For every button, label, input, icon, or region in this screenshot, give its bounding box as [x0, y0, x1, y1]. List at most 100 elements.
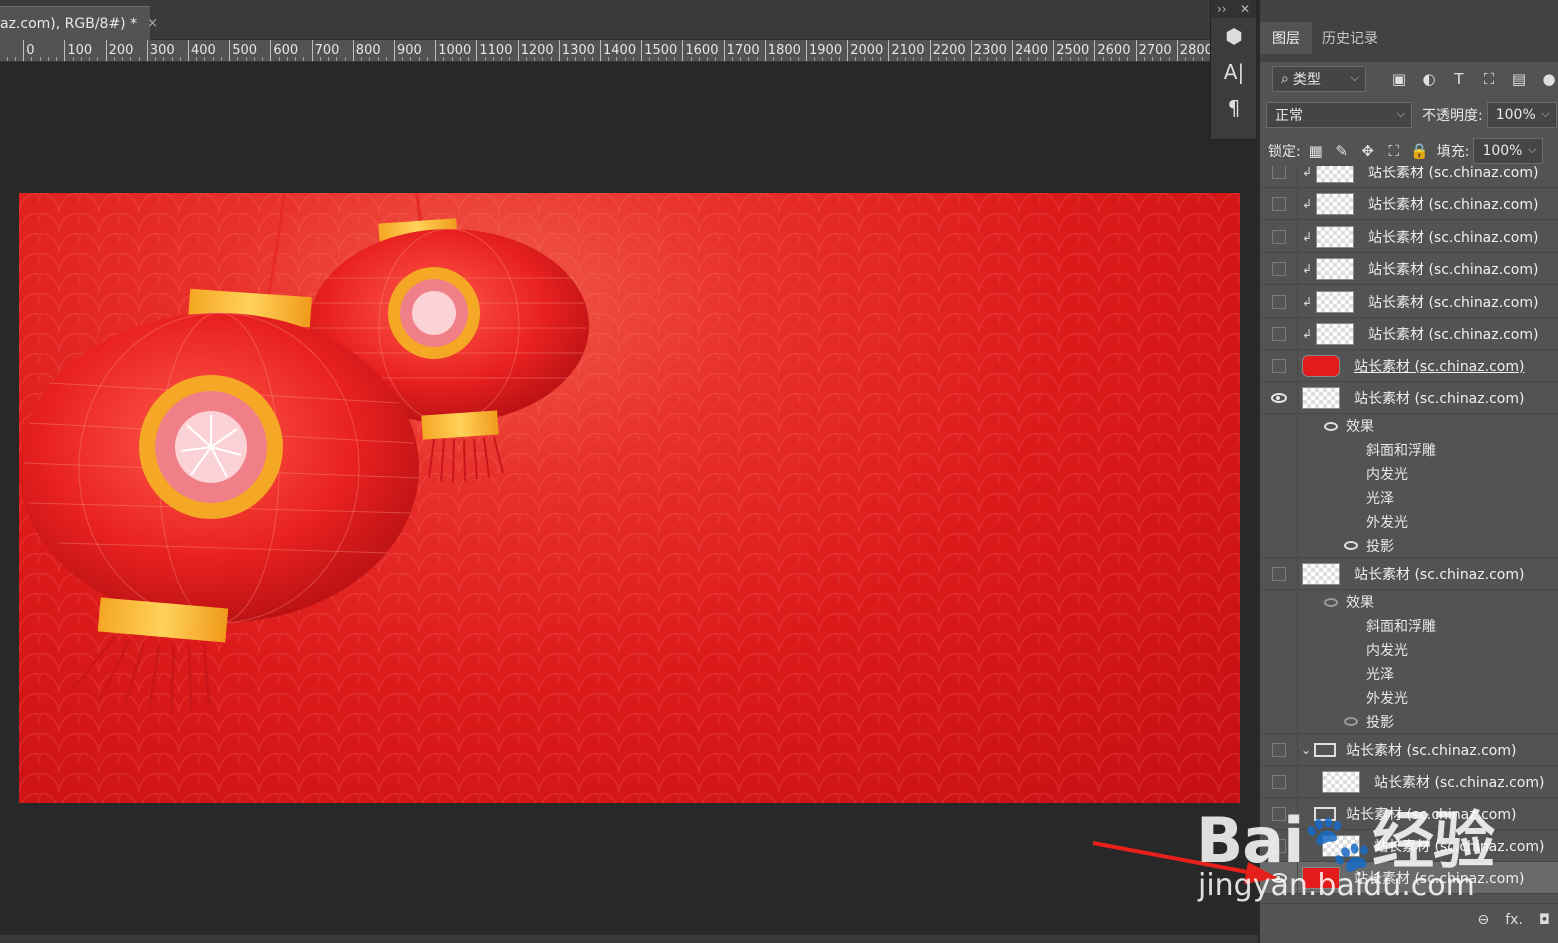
ruler-minor-tick — [698, 57, 700, 61]
add-mask-icon[interactable]: ◘ — [1539, 912, 1550, 928]
ruler-minor-tick — [220, 57, 222, 61]
chevron-down-icon: ⌵ — [1528, 143, 1537, 156]
ruler-tick-line — [600, 40, 601, 61]
layer-row[interactable]: ↲ 站长素材 (sc.chinaz.com) — [1260, 252, 1558, 285]
eye-icon[interactable] — [1344, 717, 1358, 726]
effect-item[interactable]: 内发光 — [1260, 462, 1558, 486]
layer-name: 站长素材 (sc.chinaz.com) — [1354, 390, 1525, 407]
clip-icon: ↲ — [1301, 196, 1313, 211]
horizontal-ruler[interactable]: 0010020030040050060070080090010001100120… — [0, 40, 1210, 62]
eye-icon[interactable] — [1270, 872, 1287, 883]
adjustment-filter-icon[interactable]: ◐ — [1418, 68, 1440, 90]
fill-input[interactable]: 100% ⌵ — [1473, 138, 1544, 164]
layer-row[interactable]: 站长素材 (sc.chinaz.com) — [1260, 381, 1558, 414]
ruler-minor-tick — [14, 57, 16, 61]
eye-icon[interactable] — [1344, 541, 1358, 550]
paragraph-icon[interactable]: ¶ — [1211, 90, 1257, 126]
visibility-toggle[interactable] — [1271, 229, 1286, 244]
expand-icon[interactable]: ›› — [1217, 2, 1227, 16]
close-icon[interactable]: ✕ — [1240, 2, 1250, 16]
shape-filter-icon[interactable]: ⛶ — [1478, 68, 1500, 90]
lock-image-icon[interactable]: ✎ — [1331, 140, 1353, 162]
effect-name: 外发光 — [1366, 691, 1408, 707]
filter-toggle-icon[interactable]: ● — [1538, 68, 1558, 90]
character-icon[interactable]: A| — [1211, 54, 1257, 90]
effects-header[interactable]: 效果 — [1260, 414, 1558, 438]
effect-item[interactable]: 斜面和浮雕 — [1260, 614, 1558, 638]
visibility-toggle[interactable] — [1271, 358, 1286, 373]
ruler-tick-label: 200 — [108, 43, 134, 58]
layer-row[interactable]: 站长素材 (sc.chinaz.com) — [1260, 349, 1558, 382]
visibility-toggle[interactable] — [1271, 326, 1286, 341]
visibility-toggle[interactable] — [1271, 566, 1286, 581]
type-filter-icon[interactable]: T — [1448, 68, 1470, 90]
visibility-toggle[interactable] — [1271, 294, 1286, 309]
visibility-toggle[interactable] — [1271, 806, 1286, 821]
layer-row[interactable]: ↲ 站长素材 (sc.chinaz.com) — [1260, 285, 1558, 318]
ruler-minor-tick — [253, 57, 255, 61]
document-tab[interactable]: az.com), RGB/8#) * × — [0, 6, 158, 40]
3d-icon[interactable]: ⬢ — [1211, 18, 1257, 54]
layer-group-row[interactable]: ⌄ 站长素材 (sc.chinaz.com) — [1260, 733, 1558, 766]
effect-item[interactable]: 光泽 — [1260, 486, 1558, 510]
effect-name: 投影 — [1366, 538, 1394, 555]
layer-group-row[interactable]: 站长素材 (sc.chinaz.com) — [1260, 797, 1558, 830]
layer-row[interactable]: ↲ 站长素材 (sc.chinaz.com) — [1260, 187, 1558, 220]
visibility-toggle[interactable] — [1271, 774, 1286, 789]
layer-row[interactable]: 站长素材 (sc.chinaz.com) — [1260, 557, 1558, 590]
tab-history[interactable]: 历史记录 — [1310, 22, 1390, 54]
link-layers-icon[interactable]: ⊖ — [1478, 912, 1490, 928]
lock-artboard-icon[interactable]: ⛶ — [1383, 140, 1405, 162]
ruler-minor-tick — [278, 57, 280, 61]
layer-thumbnail — [1302, 386, 1340, 409]
eye-icon[interactable] — [1270, 392, 1287, 403]
opacity-input[interactable]: 100% ⌵ — [1486, 102, 1557, 128]
visibility-toggle[interactable] — [1271, 196, 1286, 211]
tab-layers[interactable]: 图层 — [1260, 22, 1312, 54]
filter-kind-dropdown[interactable]: ⌕ 类型 ⌵ — [1272, 66, 1366, 92]
ruler-minor-tick — [756, 57, 758, 61]
layer-row[interactable]: 站长素材 (sc.chinaz.com) — [1260, 829, 1558, 862]
smart-object-filter-icon[interactable]: ▤ — [1508, 68, 1530, 90]
document-canvas[interactable] — [19, 193, 1240, 803]
visibility-toggle[interactable] — [1271, 166, 1286, 179]
effect-item[interactable]: 投影 — [1260, 533, 1558, 558]
fill-value: 100% — [1482, 143, 1523, 159]
ruler-minor-tick — [72, 57, 74, 61]
layer-row[interactable]: 站长素材 (sc.chinaz.com) — [1260, 765, 1558, 798]
lock-position-icon[interactable]: ✥ — [1357, 140, 1379, 162]
lock-all-icon[interactable]: 🔒 — [1409, 140, 1431, 162]
fx-icon[interactable]: fx. — [1505, 912, 1523, 928]
ruler-minor-tick — [1168, 57, 1170, 61]
effect-item[interactable]: 内发光 — [1260, 638, 1558, 662]
layer-row[interactable]: ↲ 站长素材 (sc.chinaz.com) — [1260, 166, 1558, 188]
filter-row: ⌕ 类型 ⌵ ▣ ◐ T ⛶ ▤ ● — [1260, 66, 1558, 92]
expand-chevron-icon[interactable]: ⌄ — [1298, 743, 1314, 757]
eye-icon[interactable] — [1324, 421, 1338, 431]
panel-tabs: 图层 历史记录 — [1260, 0, 1558, 62]
layer-thumbnail — [1316, 225, 1354, 248]
ruler-minor-tick — [1185, 57, 1187, 61]
effects-header[interactable]: 效果 — [1260, 590, 1558, 614]
image-filter-icon[interactable]: ▣ — [1388, 68, 1410, 90]
layer-row[interactable]: ↲ 站长素材 (sc.chinaz.com) — [1260, 317, 1558, 350]
ruler-minor-tick — [624, 57, 626, 61]
effect-item[interactable]: 外发光 — [1260, 510, 1558, 534]
close-tab-icon[interactable]: × — [147, 16, 158, 31]
opacity-value: 100% — [1495, 107, 1536, 123]
effect-item[interactable]: 斜面和浮雕 — [1260, 438, 1558, 462]
visibility-toggle[interactable] — [1271, 261, 1286, 276]
effect-item[interactable]: 投影 — [1260, 709, 1558, 734]
effect-item[interactable]: 光泽 — [1260, 662, 1558, 686]
ruler-minor-tick — [690, 57, 692, 61]
layer-row[interactable]: ↲ 站长素材 (sc.chinaz.com) — [1260, 220, 1558, 253]
visibility-toggle[interactable] — [1271, 838, 1286, 853]
blend-mode-dropdown[interactable]: 正常 ⌵ — [1266, 102, 1412, 128]
lock-transparent-icon[interactable]: ▦ — [1305, 140, 1327, 162]
effect-item[interactable]: 外发光 — [1260, 686, 1558, 710]
visibility-toggle[interactable] — [1271, 742, 1286, 757]
ruler-minor-tick — [204, 57, 206, 61]
ruler-minor-tick — [1110, 57, 1112, 61]
eye-icon[interactable] — [1324, 597, 1338, 607]
layer-row-selected[interactable]: 站长素材 (sc.chinaz.com) — [1260, 861, 1558, 894]
